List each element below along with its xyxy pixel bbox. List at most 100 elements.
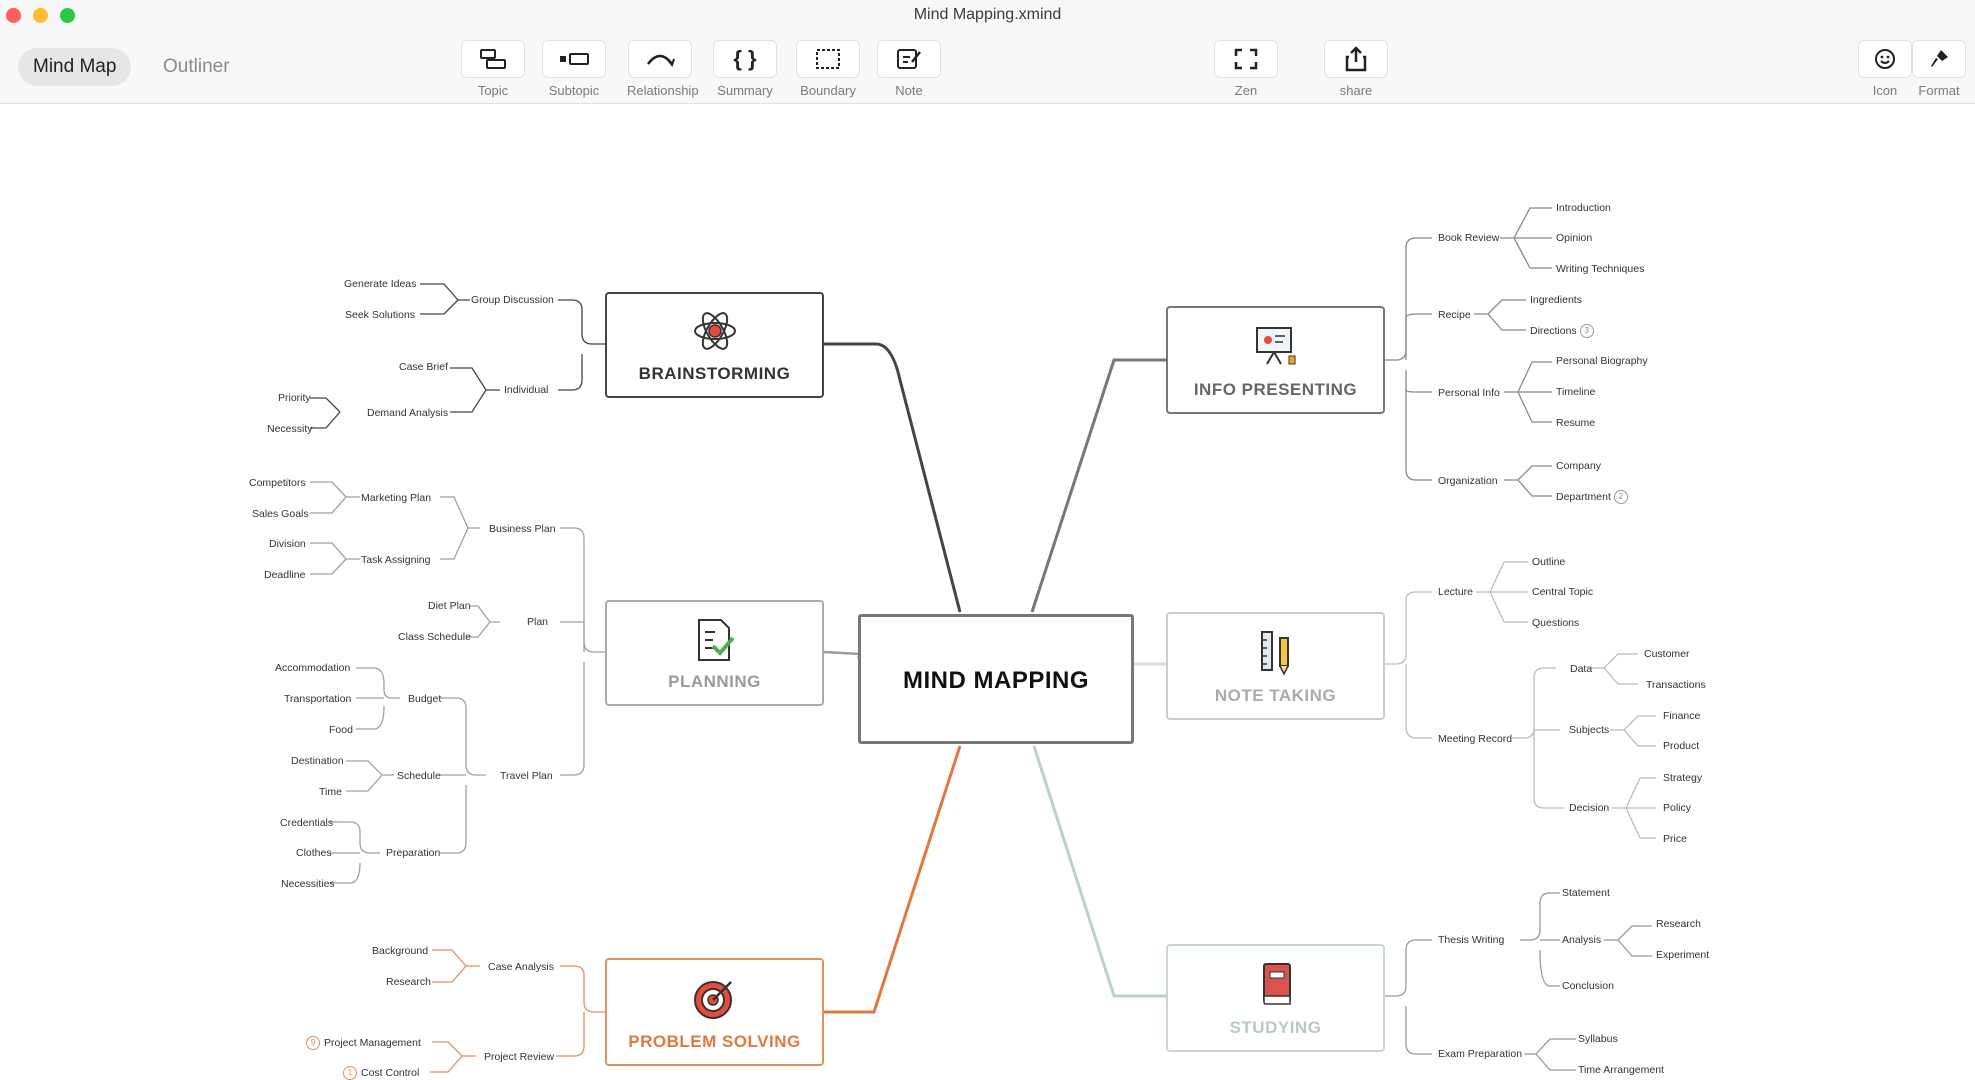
subtopic-button[interactable]: Subtopic [541,40,607,98]
subtopic-research-study[interactable]: Research [1656,918,1701,930]
subtopic-recipe[interactable]: Recipe [1438,309,1471,321]
subtopic-syllabus[interactable]: Syllabus [1578,1033,1618,1045]
subtopic-lecture[interactable]: Lecture [1438,586,1473,598]
subtopic-clothes[interactable]: Clothes [296,847,332,859]
subtopic-opinion[interactable]: Opinion [1556,232,1592,244]
topic-planning[interactable]: PLANNING [605,600,824,706]
subtopic-case-brief[interactable]: Case Brief [399,361,448,373]
subtopic-book-review[interactable]: Book Review [1438,232,1499,244]
format-label: Format [1918,83,1960,98]
boundary-button[interactable]: Boundary [795,40,861,98]
subtopic-task-assigning[interactable]: Task Assigning [361,554,430,566]
topic-brainstorming[interactable]: BRAINSTORMING [605,292,824,398]
topic-studying[interactable]: STUDYING [1166,944,1385,1052]
share-button[interactable]: share [1323,40,1389,98]
subtopic-research-case[interactable]: Research [386,976,431,988]
subtopic-plan[interactable]: Plan [527,616,548,628]
subtopic-preparation[interactable]: Preparation [386,847,440,859]
relationship-button[interactable]: Relationship [627,40,699,98]
subtopic-introduction[interactable]: Introduction [1556,202,1611,214]
subtopic-thesis-writing[interactable]: Thesis Writing [1438,934,1504,946]
subtopic-strategy[interactable]: Strategy [1663,772,1702,784]
subtopic-diet-plan[interactable]: Diet Plan [428,600,471,612]
subtopic-case-analysis[interactable]: Case Analysis [488,961,554,973]
subtopic-marketing-plan[interactable]: Marketing Plan [361,492,431,504]
subtopic-necessities[interactable]: Necessities [281,878,335,890]
topic-button[interactable]: Topic [460,40,526,98]
subtopic-food[interactable]: Food [329,724,353,736]
subtopic-time-arrangement[interactable]: Time Arrangement [1578,1064,1664,1076]
cost-control-label: Cost Control [361,1066,420,1079]
subtopic-experiment[interactable]: Experiment [1656,949,1709,961]
subtopic-subjects[interactable]: Subjects [1569,724,1609,736]
subtopic-policy[interactable]: Policy [1663,802,1691,814]
tab-outliner[interactable]: Outliner [148,48,245,86]
subtopic-data[interactable]: Data [1570,663,1592,675]
subtopic-priority[interactable]: Priority [278,392,311,404]
subtopic-credentials[interactable]: Credentials [280,817,333,829]
subtopic-project-management[interactable]: 9 Project Management [306,1036,421,1050]
connector-problem-solving [824,745,962,1014]
topic-info-presenting[interactable]: INFO PRESENTING [1166,306,1385,414]
subtopic-analysis[interactable]: Analysis [1562,934,1601,946]
subtopic-ingredients[interactable]: Ingredients [1530,294,1582,306]
subtopic-destination[interactable]: Destination [291,755,344,767]
subtopic-conclusion[interactable]: Conclusion [1562,980,1614,992]
zen-icon [1234,48,1258,70]
subtopic-price[interactable]: Price [1663,833,1687,845]
subtopic-generate-ideas[interactable]: Generate Ideas [344,278,416,290]
topic-problem-solving[interactable]: PROBLEM SOLVING [605,958,824,1066]
subtopic-group-discussion[interactable]: Group Discussion [471,294,554,306]
subtopic-organization[interactable]: Organization [1438,475,1498,487]
subtopic-sales-goals[interactable]: Sales Goals [252,508,309,520]
subtopic-customer[interactable]: Customer [1644,648,1690,660]
subtopic-time[interactable]: Time [319,786,342,798]
note-button[interactable]: Note [876,40,942,98]
subtopic-statement[interactable]: Statement [1562,887,1610,899]
subtopic-finance[interactable]: Finance [1663,710,1700,722]
subtopic-department[interactable]: Department 2 [1556,490,1628,504]
subtopic-demand-analysis[interactable]: Demand Analysis [367,407,448,419]
subtopic-travel-plan[interactable]: Travel Plan [500,770,553,782]
summary-button[interactable]: { } Summary [712,40,778,98]
topic-note-taking[interactable]: NOTE TAKING [1166,612,1385,720]
subtopic-timeline[interactable]: Timeline [1556,386,1595,398]
subtopic-schedule[interactable]: Schedule [397,770,441,782]
subtopic-transactions[interactable]: Transactions [1646,679,1706,691]
subtopic-background[interactable]: Background [372,945,428,957]
subtopic-directions[interactable]: Directions 3 [1530,324,1594,338]
subtopic-seek-solutions[interactable]: Seek Solutions [345,309,415,321]
subtopic-writing-techniques[interactable]: Writing Techniques [1556,263,1644,275]
subtopic-exam-preparation[interactable]: Exam Preparation [1438,1048,1522,1060]
subtopic-cost-control[interactable]: 1 Cost Control [343,1066,419,1080]
presentation-icon [1255,327,1295,365]
subtopic-individual[interactable]: Individual [504,384,548,396]
subtopic-personal-info[interactable]: Personal Info [1438,387,1500,399]
subtopic-class-schedule[interactable]: Class Schedule [398,631,471,643]
zen-button[interactable]: Zen [1213,40,1279,98]
central-topic[interactable]: MIND MAPPING [858,614,1134,744]
subtopic-company[interactable]: Company [1556,460,1601,472]
subtopic-deadline[interactable]: Deadline [264,569,305,581]
subtopic-decision[interactable]: Decision [1569,802,1609,814]
format-button[interactable]: Format [1906,40,1972,98]
subtopic-central-topic[interactable]: Central Topic [1532,586,1593,598]
subtopic-division[interactable]: Division [269,538,306,550]
connector-planning [823,650,862,659]
subtopic-personal-biography[interactable]: Personal Biography [1556,355,1648,367]
subtopic-budget[interactable]: Budget [408,693,441,705]
subtopic-resume[interactable]: Resume [1556,417,1595,429]
subtopic-accommodation[interactable]: Accommodation [275,662,350,674]
topic-brainstorming-label: BRAINSTORMING [638,364,791,383]
subtopic-meeting-record[interactable]: Meeting Record [1438,733,1512,745]
tab-mind-map[interactable]: Mind Map [18,48,132,86]
subtopic-necessity[interactable]: Necessity [267,423,313,435]
subtopic-product[interactable]: Product [1663,740,1699,752]
mind-map-canvas[interactable] [0,104,1975,1080]
subtopic-transportation[interactable]: Transportation [284,693,351,705]
subtopic-questions[interactable]: Questions [1532,617,1579,629]
subtopic-competitors[interactable]: Competitors [249,477,306,489]
subtopic-project-review[interactable]: Project Review [484,1051,554,1063]
subtopic-outline[interactable]: Outline [1532,556,1565,568]
subtopic-business-plan[interactable]: Business Plan [489,523,556,535]
